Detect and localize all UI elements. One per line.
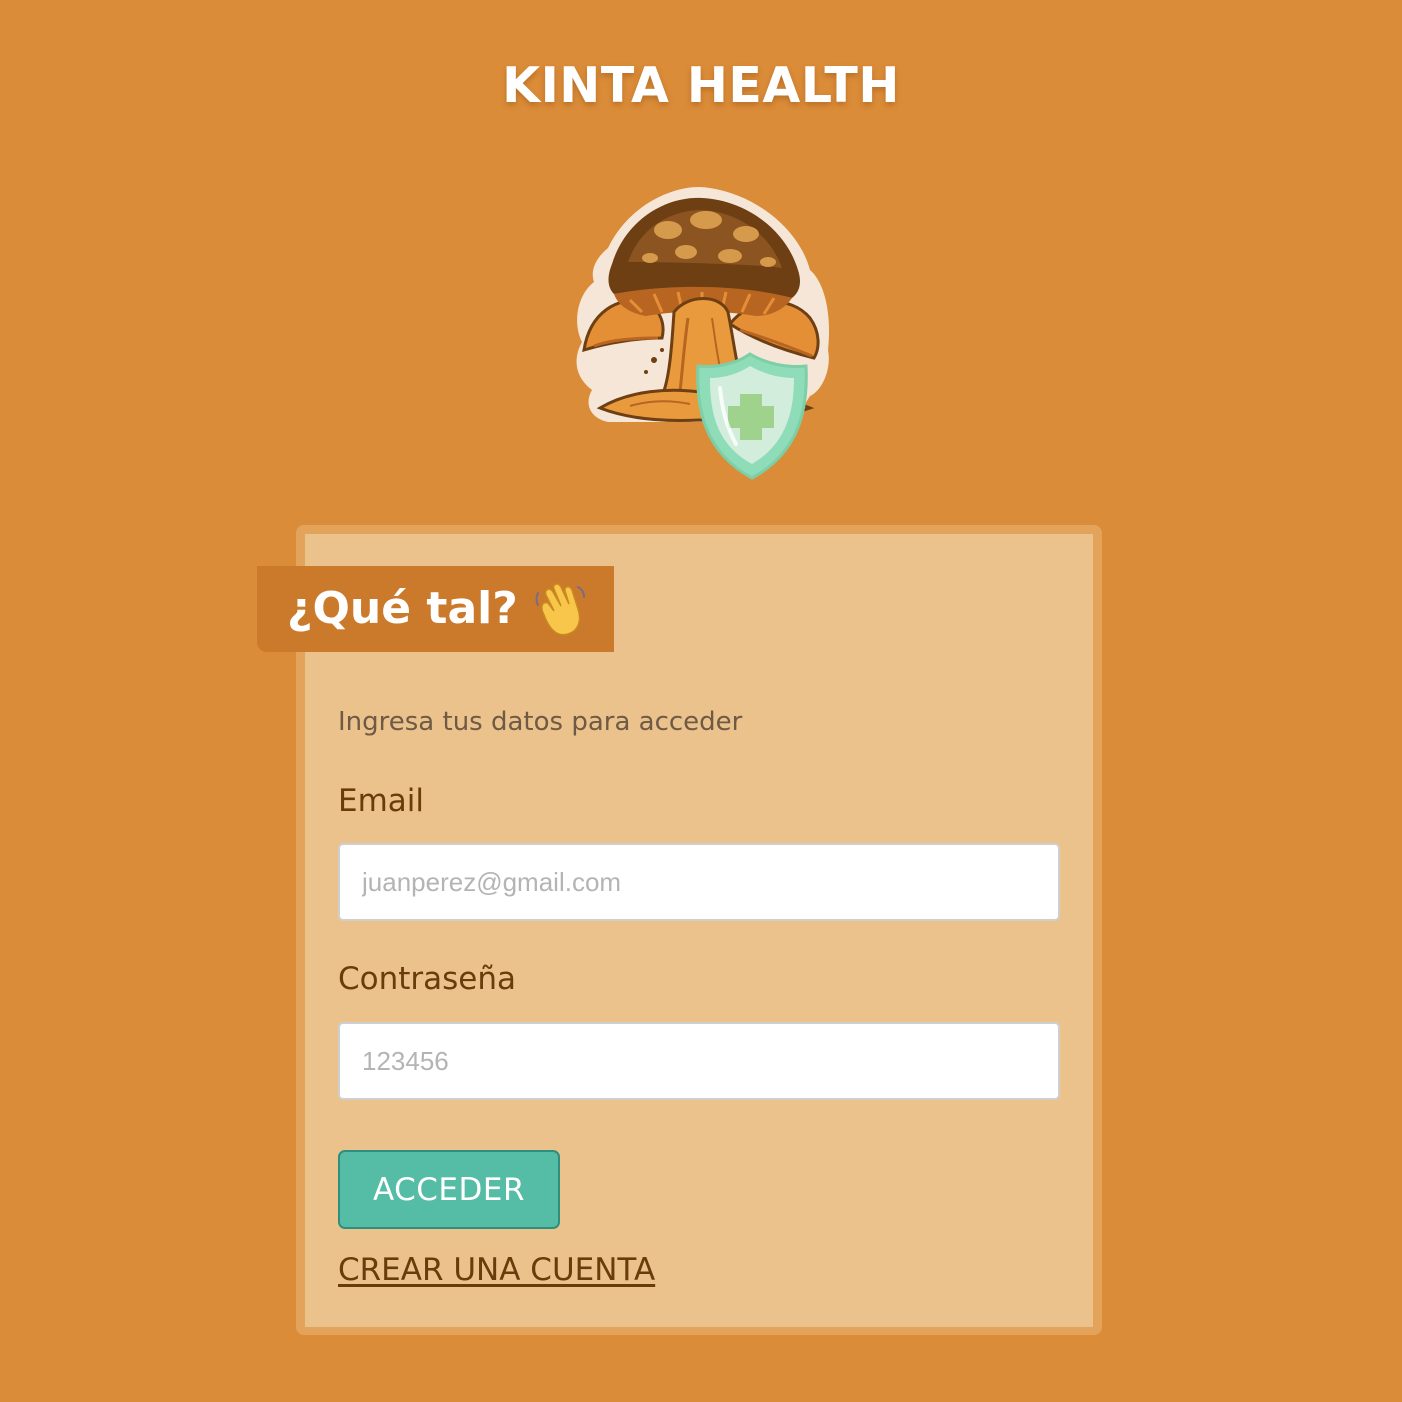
login-subtitle: Ingresa tus datos para acceder (338, 707, 743, 737)
password-label: Contraseña (338, 961, 517, 997)
password-field[interactable] (338, 1022, 1060, 1100)
greeting-banner: ¿Qué tal? (257, 566, 614, 652)
login-button[interactable]: ACCEDER (338, 1150, 560, 1229)
mushroom-shield-logo (576, 186, 830, 480)
create-account-link[interactable]: CREAR UNA CUENTA (338, 1250, 655, 1290)
email-field[interactable] (338, 843, 1060, 921)
email-label: Email (338, 783, 425, 819)
greeting-text: ¿Qué tal? (287, 583, 518, 634)
app-title: KINTA HEALTH (502, 57, 900, 114)
waving-hand-icon (535, 583, 585, 636)
